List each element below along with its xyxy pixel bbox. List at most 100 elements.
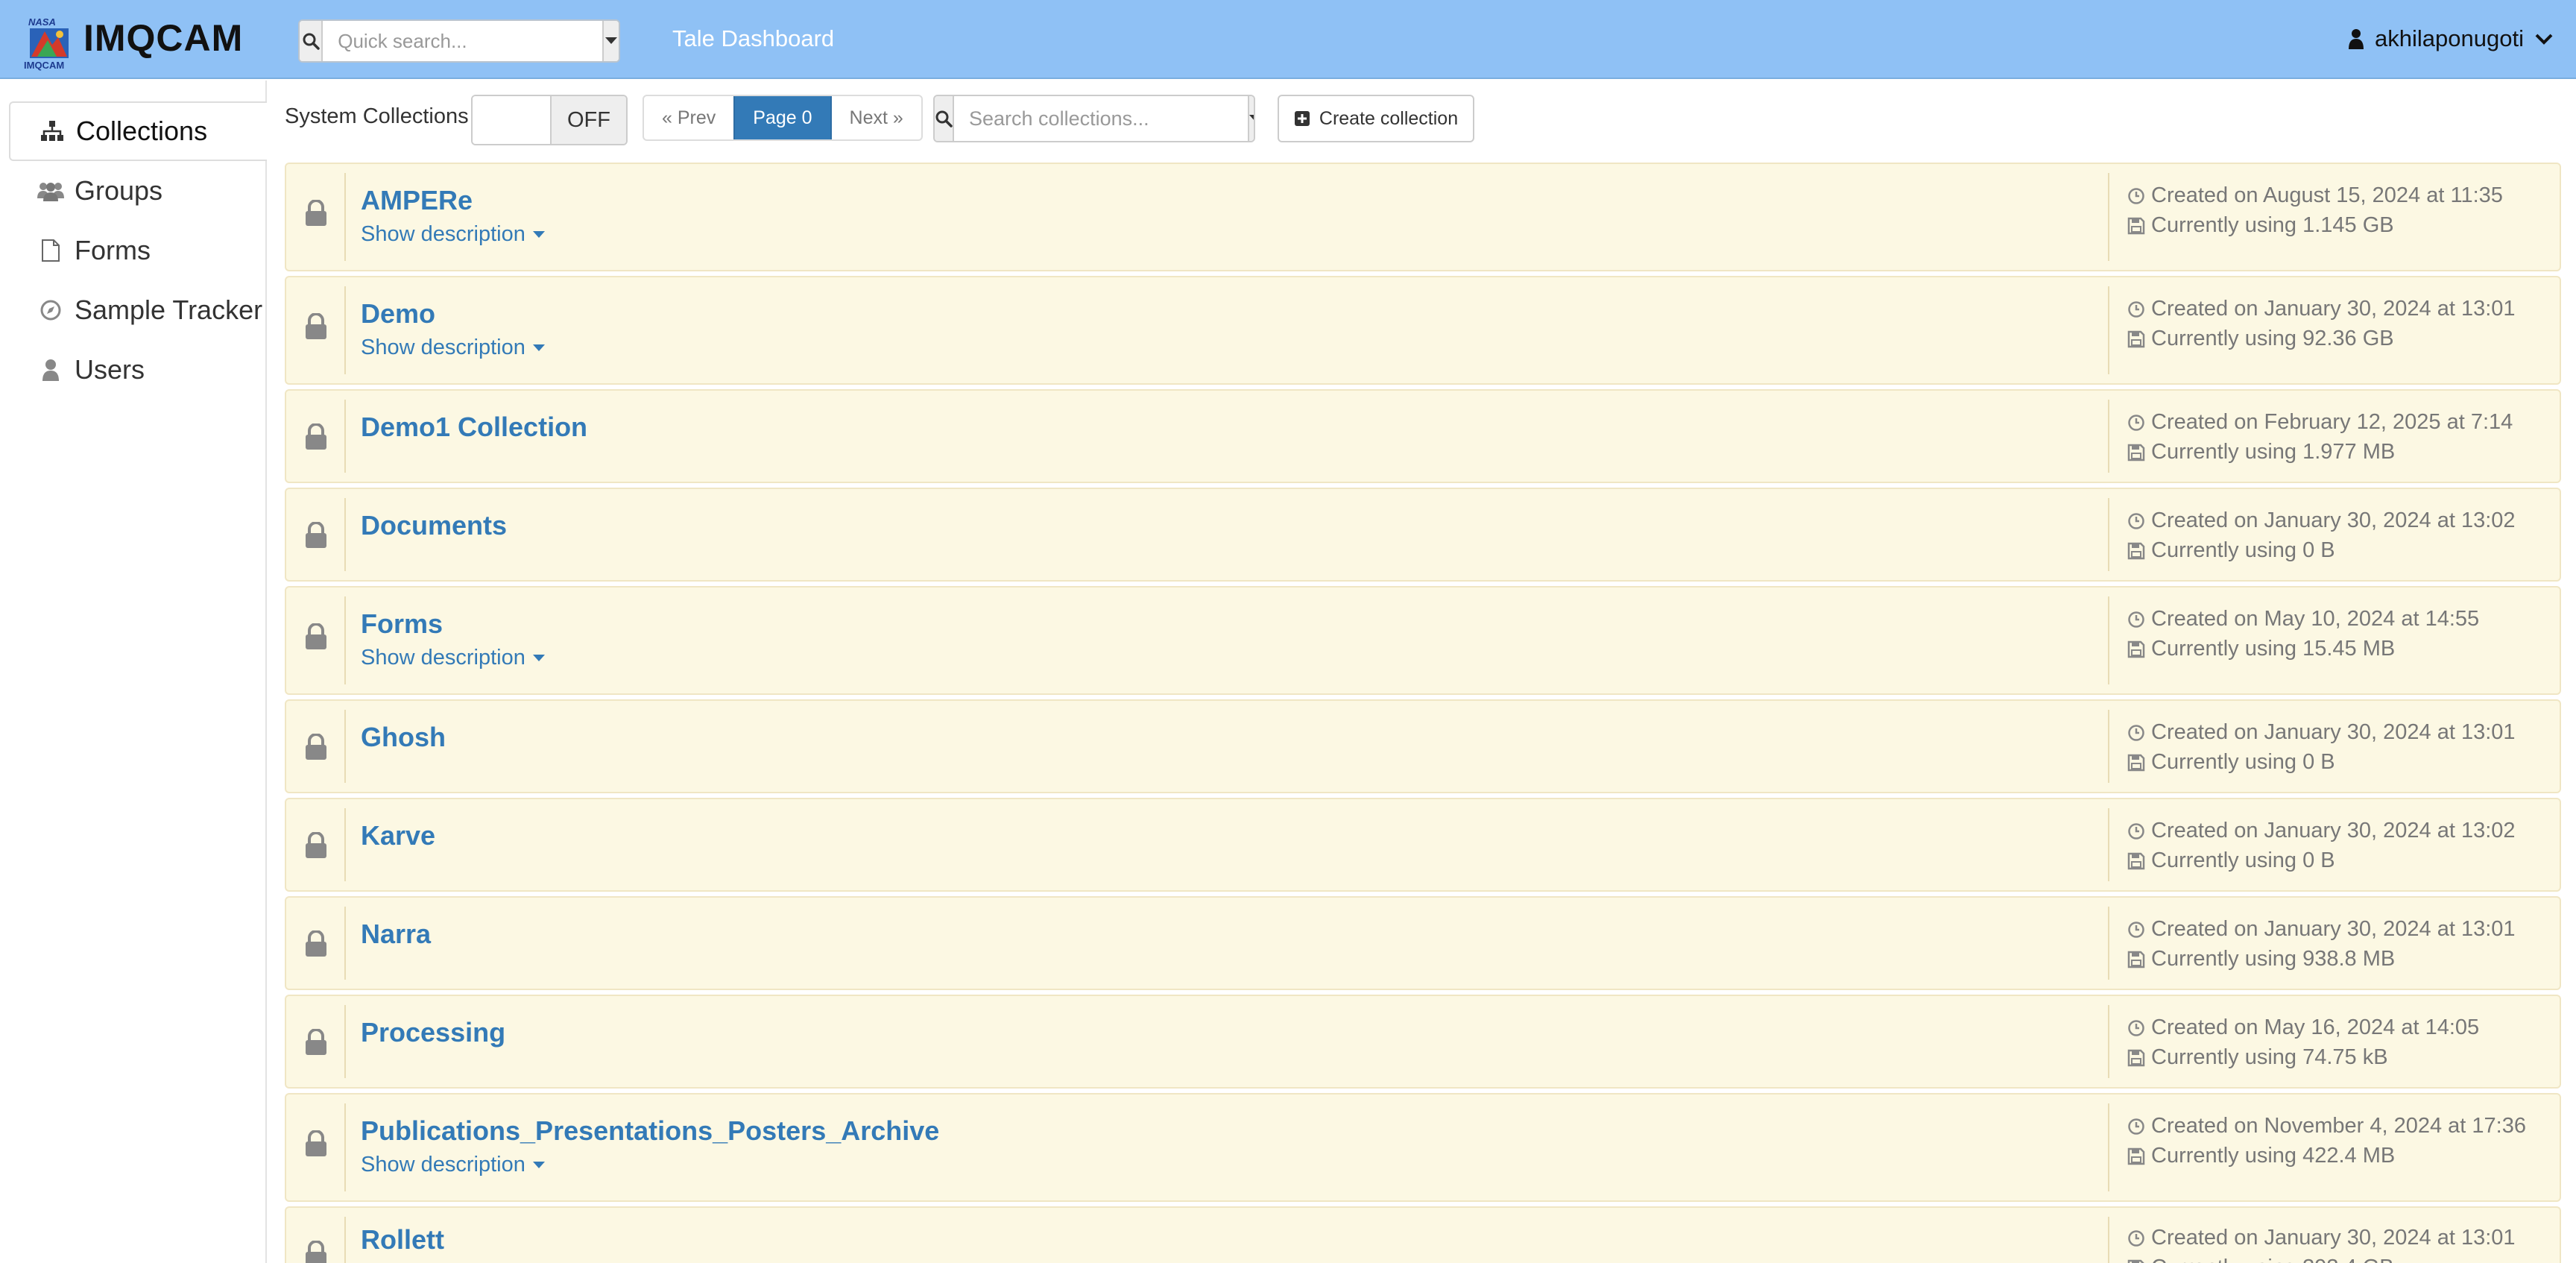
collection-row[interactable]: Demo Show description Created on January…	[285, 276, 2561, 385]
show-description-toggle[interactable]: Show description	[361, 1153, 545, 1177]
collection-name-link[interactable]: Demo1 Collection	[361, 412, 587, 443]
floppy-disk-icon	[2127, 444, 2145, 461]
created-info: Created on May 10, 2024 at 14:55	[2127, 607, 2479, 632]
usage-text: Currently using 1.977 MB	[2151, 440, 2396, 464]
floppy-disk-icon	[2127, 852, 2145, 869]
show-description-toggle[interactable]: Show description	[361, 336, 545, 360]
usage-text: Currently using 74.75 kB	[2151, 1045, 2388, 1069]
collection-name-link[interactable]: Documents	[361, 510, 507, 541]
created-info: Created on January 30, 2024 at 13:01	[2127, 1226, 2516, 1250]
usage-info: Currently using 0 B	[2127, 538, 2335, 563]
clock-icon	[2128, 611, 2144, 628]
usage-info: Currently using 1.977 MB	[2127, 440, 2395, 464]
dashboard-link[interactable]: Tale Dashboard	[672, 25, 834, 52]
sidebar-item-forms[interactable]: Forms	[9, 221, 267, 280]
sidebar-item-groups[interactable]: Groups	[9, 161, 267, 221]
system-collections-toggle[interactable]: OFF	[471, 95, 628, 145]
user-icon	[37, 356, 64, 383]
sidebar-item-label: Users	[75, 354, 145, 385]
collection-row[interactable]: Documents Created on January 30, 2024 at…	[285, 488, 2561, 582]
floppy-disk-icon	[2127, 330, 2145, 347]
sidebar: Collections Groups Forms Sample Tracker …	[0, 81, 267, 1263]
plus-square-icon	[1294, 111, 1310, 126]
usage-text: Currently using 422.4 MB	[2151, 1144, 2396, 1168]
created-text: Created on January 30, 2024 at 13:01	[2151, 720, 2516, 744]
clock-icon	[2128, 512, 2144, 529]
compass-icon	[37, 297, 64, 324]
floppy-disk-icon	[2127, 1259, 2145, 1263]
clock-icon	[2128, 1019, 2144, 1036]
collection-name-link[interactable]: Karve	[361, 820, 435, 851]
collection-search-input[interactable]	[954, 96, 1248, 141]
created-text: Created on January 30, 2024 at 13:02	[2151, 508, 2516, 532]
usage-info: Currently using 393.4 GB	[2127, 1256, 2394, 1263]
floppy-disk-icon	[2127, 640, 2145, 658]
collection-row[interactable]: Karve Created on January 30, 2024 at 13:…	[285, 798, 2561, 892]
floppy-disk-icon	[2127, 217, 2145, 234]
collection-row[interactable]: Forms Show description Created on May 10…	[285, 586, 2561, 695]
lock-icon	[306, 930, 326, 957]
usage-info: Currently using 938.8 MB	[2127, 947, 2395, 971]
show-description-label: Show description	[361, 1153, 525, 1177]
quick-search-input[interactable]	[323, 21, 603, 61]
created-info: Created on May 16, 2024 at 14:05	[2127, 1015, 2479, 1040]
user-menu[interactable]: akhilaponugoti	[2348, 25, 2554, 52]
collection-name-link[interactable]: Processing	[361, 1017, 505, 1048]
lock-icon	[306, 734, 326, 760]
floppy-disk-icon	[2127, 754, 2145, 771]
collection-row[interactable]: Processing Created on May 16, 2024 at 14…	[285, 995, 2561, 1089]
toggle-state-label: OFF	[552, 96, 626, 144]
lock-icon	[306, 623, 326, 649]
lock-icon	[306, 423, 326, 450]
collection-name-link[interactable]: Ghosh	[361, 722, 446, 753]
usage-info: Currently using 74.75 kB	[2127, 1045, 2388, 1070]
imqcam-logo[interactable]: NASA IMQCAM	[22, 15, 76, 72]
quick-search-dropdown[interactable]	[602, 21, 619, 61]
next-page-button[interactable]: Next »	[832, 96, 921, 139]
created-info: Created on November 4, 2024 at 17:36	[2127, 1114, 2526, 1138]
caret-down-icon	[605, 37, 618, 44]
caret-down-icon	[1249, 115, 1254, 120]
current-page[interactable]: Page 0	[733, 96, 832, 139]
usage-text: Currently using 1.145 GB	[2151, 213, 2394, 237]
usage-text: Currently using 0 B	[2151, 538, 2335, 562]
usage-text: Currently using 15.45 MB	[2151, 637, 2396, 661]
pagination: « Prev Page 0 Next »	[643, 95, 923, 141]
collection-row[interactable]: Publications_Presentations_Posters_Archi…	[285, 1093, 2561, 1202]
collection-search-dropdown[interactable]	[1248, 96, 1254, 141]
sidebar-item-collections[interactable]: Collections	[9, 101, 267, 161]
created-text: Created on January 30, 2024 at 13:01	[2151, 917, 2516, 941]
collection-name-link[interactable]: Demo	[361, 298, 435, 330]
collection-name-link[interactable]: Forms	[361, 608, 443, 640]
collection-name-link[interactable]: Publications_Presentations_Posters_Archi…	[361, 1115, 939, 1147]
prev-page-button[interactable]: « Prev	[644, 96, 733, 139]
collection-row[interactable]: Demo1 Collection Created on February 12,…	[285, 389, 2561, 483]
floppy-disk-icon	[2127, 1147, 2145, 1165]
show-description-toggle[interactable]: Show description	[361, 646, 545, 670]
collection-name-link[interactable]: Rollett	[361, 1224, 444, 1256]
user-icon	[2349, 29, 2364, 49]
floppy-disk-icon	[2127, 542, 2145, 559]
search-icon	[935, 110, 953, 127]
collection-row[interactable]: AMPERe Show description Created on Augus…	[285, 163, 2561, 271]
brand-title[interactable]: IMQCAM	[83, 16, 243, 60]
quick-search-button[interactable]	[300, 21, 323, 61]
created-text: Created on November 4, 2024 at 17:36	[2151, 1114, 2526, 1138]
sidebar-item-users[interactable]: Users	[9, 340, 267, 400]
collection-search-button[interactable]	[935, 96, 954, 141]
created-text: Created on January 30, 2024 at 13:02	[2151, 819, 2516, 842]
lock-icon	[306, 1029, 326, 1055]
file-icon	[37, 237, 64, 264]
collection-row[interactable]: Ghosh Created on January 30, 2024 at 13:…	[285, 699, 2561, 793]
sitemap-icon	[39, 118, 66, 145]
top-navbar: NASA IMQCAM IMQCAM Tale Dashboard akhila…	[0, 0, 2576, 79]
sidebar-item-label: Sample Tracker	[75, 295, 263, 325]
create-collection-button[interactable]: Create collection	[1278, 95, 1474, 142]
sidebar-item-sample-tracker[interactable]: Sample Tracker	[9, 280, 267, 340]
collection-name-link[interactable]: AMPERe	[361, 185, 473, 216]
collection-row[interactable]: Narra Created on January 30, 2024 at 13:…	[285, 896, 2561, 990]
collection-name-link[interactable]: Narra	[361, 919, 431, 950]
show-description-toggle[interactable]: Show description	[361, 222, 545, 247]
collection-row[interactable]: Rollett Created on January 30, 2024 at 1…	[285, 1206, 2561, 1263]
logo-caption-top: NASA	[28, 16, 56, 28]
